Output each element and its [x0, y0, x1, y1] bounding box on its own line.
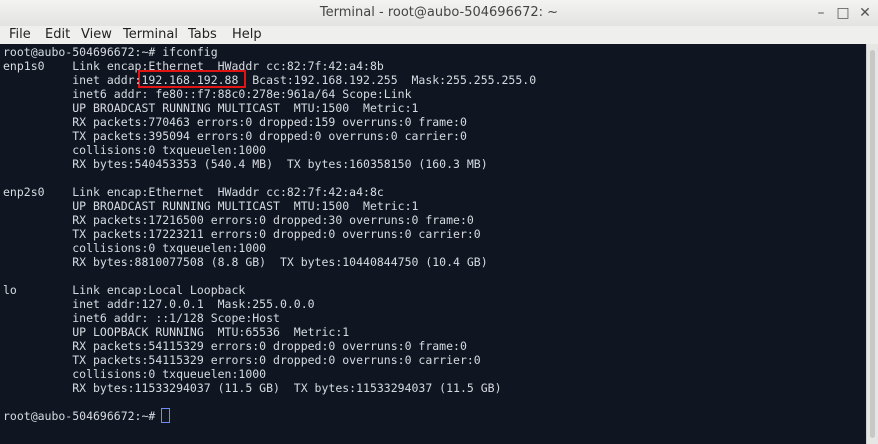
terminal-line: TX packets:54115329 errors:0 dropped:0 o… — [3, 353, 481, 367]
terminal-line: UP BROADCAST RUNNING MULTICAST MTU:1500 … — [3, 101, 419, 115]
terminal-line: UP LOOPBACK RUNNING MTU:65536 Metric:1 — [3, 325, 350, 339]
menu-edit[interactable]: Edit — [45, 27, 70, 42]
maximize-icon[interactable]: □ — [834, 4, 852, 22]
terminal-line: inet addr:127.0.0.1 Mask:255.0.0.0 — [3, 297, 315, 311]
terminal-cursor — [161, 408, 170, 423]
terminal-line: root@aubo-504696672:~# — [3, 409, 163, 423]
terminal-line: collisions:0 txqueuelen:1000 — [3, 143, 267, 157]
menu-view[interactable]: View — [81, 27, 112, 42]
terminal-line: root@aubo-504696672:~# ifconfig — [3, 45, 218, 59]
terminal-line: RX bytes:8810077508 (8.8 GB) TX bytes:10… — [3, 255, 488, 269]
terminal-line: collisions:0 txqueuelen:1000 — [3, 367, 267, 381]
terminal-line: lo Link encap:Local Loopback — [3, 283, 246, 297]
terminal-line: RX packets:54115329 errors:0 dropped:0 o… — [3, 339, 467, 353]
terminal-output[interactable]: root@aubo-504696672:~# ifconfig enp1s0 Li… — [0, 44, 866, 444]
window-title: Terminal - root@aubo-504696672: ~ — [319, 5, 559, 20]
terminal-line: RX bytes:540453353 (540.4 MB) TX bytes:1… — [3, 157, 488, 171]
terminal-line: enp2s0 Link encap:Ethernet HWaddr cc:82:… — [3, 185, 384, 199]
terminal-line: collisions:0 txqueuelen:1000 — [3, 241, 267, 255]
terminal-line: enp1s0 Link encap:Ethernet HWaddr cc:82:… — [3, 59, 384, 73]
terminal-line: RX packets:17216500 errors:0 dropped:30 … — [3, 213, 474, 227]
menu-help[interactable]: Help — [232, 27, 262, 42]
terminal-line: TX packets:395094 errors:0 dropped:0 ove… — [3, 129, 467, 143]
terminal-line: RX bytes:11533294037 (11.5 GB) TX bytes:… — [3, 381, 502, 395]
terminal-line: inet6 addr: fe80::f7:88c0:278e:961a/64 S… — [3, 87, 412, 101]
menu-bar: File Edit View Terminal Tabs Help — [0, 26, 878, 44]
scrollbar-thumb[interactable] — [870, 50, 875, 438]
terminal-scrollbar[interactable] — [866, 44, 878, 444]
terminal-line: UP BROADCAST RUNNING MULTICAST MTU:1500 … — [3, 199, 419, 213]
terminal-line: TX packets:17223211 errors:0 dropped:0 o… — [3, 227, 481, 241]
menu-file[interactable]: File — [9, 27, 31, 42]
terminal-line: RX packets:770463 errors:0 dropped:159 o… — [3, 115, 467, 129]
title-bar: Terminal - root@aubo-504696672: ~ – □ ✕ — [0, 0, 878, 27]
terminal-line: inet addr:192.168.192.88 Bcast:192.168.1… — [3, 73, 537, 87]
terminal-line: inet6 addr: ::1/128 Scope:Host — [3, 311, 280, 325]
minimize-icon[interactable]: – — [812, 4, 830, 22]
close-icon[interactable]: ✕ — [856, 4, 874, 22]
menu-tabs[interactable]: Tabs — [188, 27, 217, 42]
menu-terminal[interactable]: Terminal — [123, 27, 178, 42]
